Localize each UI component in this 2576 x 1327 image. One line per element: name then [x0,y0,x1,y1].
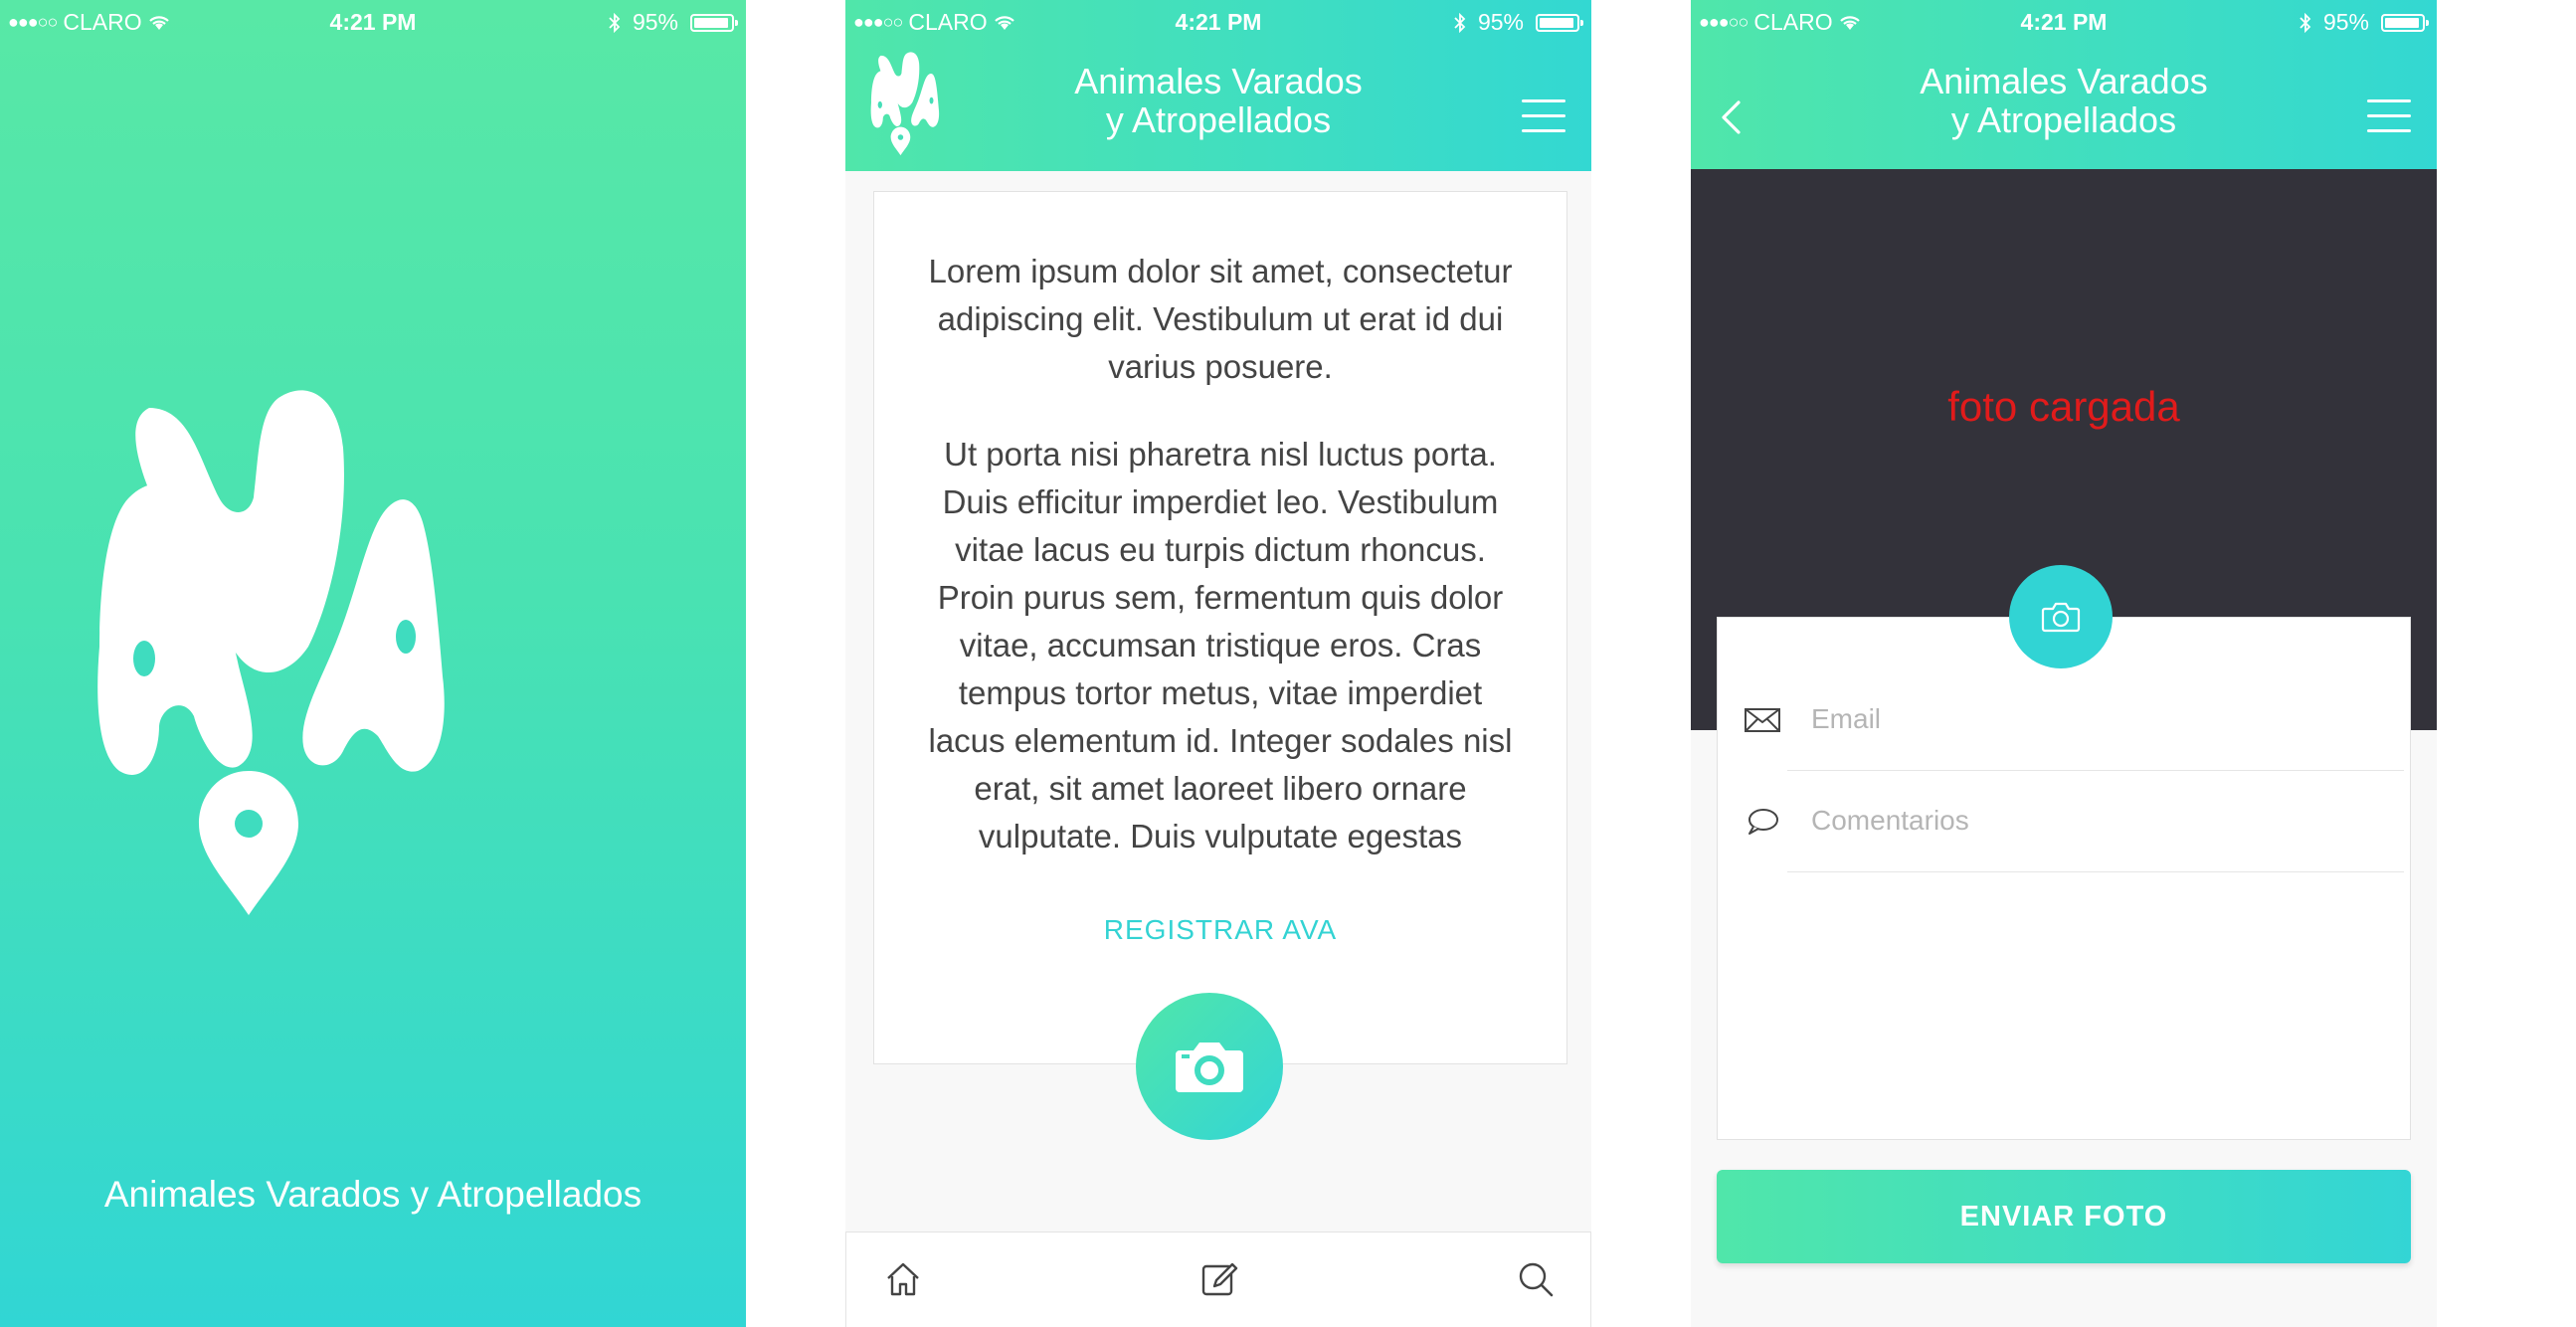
upload-form: Email Comentarios [1717,617,2411,1140]
register-ava-link[interactable]: REGISTRAR AVA [874,914,1566,946]
battery-icon [690,13,738,32]
ava-logo [97,390,445,915]
battery-icon [2381,13,2429,32]
hamburger-menu-icon[interactable] [2367,99,2411,133]
intro-paragraph-2: Ut porta nisi pharetra nisl luctus porta… [928,436,1513,854]
status-bar: ●●●○○ CLARO 4:21 PM 95% [845,0,1591,44]
info-card: Lorem ipsum dolor sit amet, consectetur … [873,191,1567,1064]
home-icon[interactable] [878,1254,928,1304]
photo-placeholder-label: foto cargada [1947,383,2180,430]
bottom-tab-bar [845,1232,1591,1327]
speech-bubble-icon [1748,809,1778,835]
field-divider [1787,871,2404,872]
header-title: Animales Varados y Atropellados [845,62,1591,139]
envelope-icon [1745,708,1780,732]
battery-percent: 95% [1477,9,1524,35]
send-photo-button[interactable]: ENVIAR FOTO [1717,1170,2411,1263]
hamburger-menu-icon[interactable] [1522,99,1565,133]
header-title-line2: y Atropellados [1105,99,1332,140]
battery-icon [1536,13,1583,32]
battery-percent: 95% [632,9,678,35]
camera-icon [1176,1043,1243,1092]
intro-paragraph-1: Lorem ipsum dolor sit amet, consectetur … [928,253,1513,385]
header-title-line2: y Atropellados [1950,99,2177,140]
battery-percent: 95% [2322,9,2369,35]
app-header: ●●●○○ CLARO 4:21 PM 95% Animales Varados… [1691,0,2437,169]
edit-icon[interactable] [1195,1254,1244,1304]
status-bar: ●●●○○ CLARO 4:21 PM 95% [0,0,746,44]
splash-screen: ●●●○○ CLARO 4:21 PM 95% Animales Varados… [0,0,746,1327]
bluetooth-icon [1454,12,1466,33]
splash-title: Animales Varados y Atropellados [103,1174,643,1215]
camera-button[interactable] [2009,565,2113,668]
comments-field[interactable]: Comentarios [1718,771,2410,872]
header-title-line1: Animales Varados [1074,61,1363,101]
header-title-line1: Animales Varados [1920,61,2208,101]
home-screen: ●●●○○ CLARO 4:21 PM 95% Animales Varados… [845,0,1591,1327]
email-field[interactable]: Email [1718,669,2410,771]
upload-screen: ●●●○○ CLARO 4:21 PM 95% Animales Varados… [1691,0,2437,1327]
app-header: ●●●○○ CLARO 4:21 PM 95% Animales Varados… [845,0,1591,171]
bluetooth-icon [2300,12,2311,33]
status-bar: ●●●○○ CLARO 4:21 PM 95% [1691,0,2437,44]
bluetooth-icon [609,12,621,33]
email-placeholder: Email [1811,703,1882,734]
header-title: Animales Varados y Atropellados [1691,62,2437,139]
camera-button[interactable] [1136,993,1283,1140]
comments-placeholder: Comentarios [1811,805,1969,836]
search-icon[interactable] [1511,1254,1561,1304]
camera-icon [2041,602,2081,633]
